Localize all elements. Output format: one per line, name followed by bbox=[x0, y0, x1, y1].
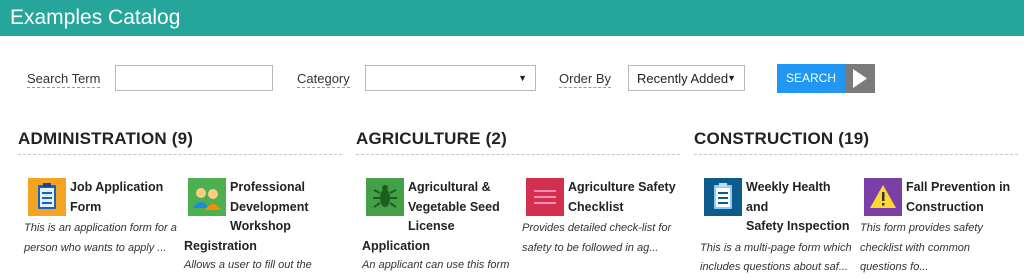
order-by-label: Order By bbox=[559, 71, 612, 88]
item-description: Allows a user to fill out the bbox=[184, 259, 312, 271]
header-bar: Examples Catalog bbox=[0, 0, 1024, 36]
item-description: This is a multi-page form which includes… bbox=[700, 241, 852, 274]
category-heading: AGRICULTURE (2) bbox=[356, 128, 680, 155]
item-description: Provides detailed check-list for safety … bbox=[522, 222, 672, 254]
search-button[interactable]: SEARCH bbox=[777, 64, 875, 93]
item-description: This is an application form for a person… bbox=[24, 222, 177, 254]
clipboard-form-icon bbox=[704, 178, 742, 216]
catalog-item[interactable]: Fall Prevention in Construction This for… bbox=[860, 178, 1016, 278]
category-heading: ADMINISTRATION (9) bbox=[18, 128, 342, 155]
category-heading: CONSTRUCTION (19) bbox=[694, 128, 1018, 155]
category-column-administration: ADMINISTRATION (9) Job Application Form … bbox=[18, 128, 342, 278]
catalog-item[interactable]: Job Application Form This is an applicat… bbox=[24, 178, 180, 278]
dropdown-arrow-icon: ▼ bbox=[518, 73, 527, 83]
search-button-label: SEARCH bbox=[777, 64, 845, 93]
app-title: Examples Catalog bbox=[10, 6, 181, 29]
search-term-input[interactable] bbox=[115, 65, 273, 91]
bug-icon bbox=[366, 178, 404, 216]
catalog-item[interactable]: Agricultural & Vegetable Seed License Ap… bbox=[362, 178, 518, 278]
filter-bar: Search Term Category ▼ Order By Recently… bbox=[0, 60, 1024, 100]
category-column-agriculture: AGRICULTURE (2) Agricultural & Vegetable… bbox=[356, 128, 680, 278]
dropdown-arrow-icon: ▼ bbox=[727, 73, 736, 83]
catalog-item[interactable]: Weekly Health and Safety Inspection This… bbox=[700, 178, 856, 278]
clipboard-form-icon bbox=[28, 178, 66, 216]
play-arrow-icon bbox=[845, 64, 875, 93]
category-label: Category bbox=[297, 71, 350, 88]
item-description: This form provides safety checklist with… bbox=[860, 222, 983, 273]
order-by-select[interactable]: Recently Added ▼ bbox=[628, 65, 745, 91]
category-column-construction: CONSTRUCTION (19) Weekly Health and Safe… bbox=[694, 128, 1018, 278]
category-select[interactable]: ▼ bbox=[365, 65, 536, 91]
warning-icon bbox=[864, 178, 902, 216]
list-icon bbox=[526, 178, 564, 216]
item-description: An applicant can use this form bbox=[362, 259, 510, 271]
order-by-value: Recently Added bbox=[637, 71, 729, 86]
people-icon bbox=[188, 178, 226, 216]
catalog-item[interactable]: Agriculture Safety Checklist Provides de… bbox=[522, 178, 678, 278]
search-term-label: Search Term bbox=[27, 71, 101, 88]
catalog-item[interactable]: Professional Development Workshop Regist… bbox=[184, 178, 340, 278]
